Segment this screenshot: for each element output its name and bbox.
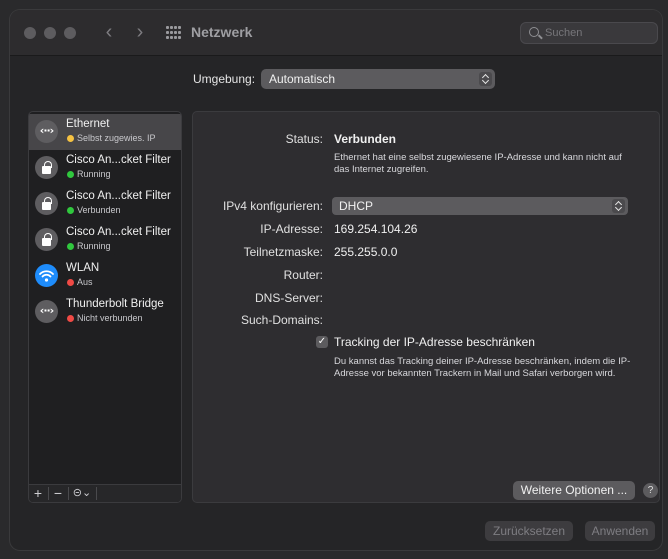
ip-address-value: 169.254.104.26 — [334, 222, 418, 236]
apply-button[interactable]: Anwenden — [585, 521, 655, 541]
status-dot-red — [67, 279, 74, 286]
service-status: Aus — [77, 277, 93, 287]
service-item-cisco-3[interactable]: Cisco An...cket Filter Running — [29, 222, 181, 258]
service-status: Verbunden — [77, 205, 121, 215]
location-select[interactable]: Automatisch — [261, 69, 495, 89]
minimize-window-button[interactable] — [44, 27, 56, 39]
help-button[interactable]: ? — [643, 483, 658, 498]
service-item-ethernet[interactable]: ‹··› Ethernet Selbst zugewies. IP — [29, 114, 181, 150]
status-dot-yellow — [67, 135, 74, 142]
wifi-icon — [35, 264, 58, 287]
service-name: Cisco An...cket Filter — [66, 190, 171, 202]
limit-ip-tracking-checkbox[interactable]: ✓ — [316, 336, 328, 348]
add-service-button[interactable]: + — [29, 485, 47, 502]
chevron-up-down-icon — [479, 72, 492, 86]
search-field[interactable] — [520, 22, 658, 44]
dns-server-label: DNS-Server: — [254, 291, 323, 305]
ipv4-config-label: IPv4 konfigurieren: — [222, 199, 323, 213]
ethernet-icon: ‹··› — [35, 300, 58, 323]
service-item-cisco-2[interactable]: Cisco An...cket Filter Verbunden — [29, 186, 181, 222]
service-status: Running — [77, 241, 111, 251]
service-status: Nicht verbunden — [77, 313, 143, 323]
remove-service-button[interactable]: − — [49, 485, 67, 502]
status-dot-green — [67, 243, 74, 250]
location-label: Umgebung: — [193, 72, 256, 86]
divider — [96, 487, 97, 500]
status-dot-green — [67, 207, 74, 214]
service-item-cisco-1[interactable]: Cisco An...cket Filter Running — [29, 150, 181, 186]
subnet-mask-value: 255.255.0.0 — [334, 245, 398, 259]
search-input[interactable] — [545, 25, 653, 41]
service-status: Selbst zugewies. IP — [77, 133, 156, 143]
service-name: Thunderbolt Bridge — [66, 298, 164, 310]
router-label: Router: — [283, 268, 323, 282]
search-icon — [529, 27, 539, 37]
service-name: Cisco An...cket Filter — [66, 154, 171, 166]
service-item-wlan[interactable]: WLAN Aus — [29, 258, 181, 294]
action-menu-button[interactable]: ⊝⌄ — [69, 485, 95, 502]
network-preferences-window: ‹ › Netzwerk Umgebung: Automatisch ‹··› … — [10, 10, 662, 550]
status-value: Verbunden — [334, 132, 397, 146]
service-detail-panel: Status: Verbunden Ethernet hat eine selb… — [192, 111, 660, 503]
subnet-mask-label: Teilnetzmaske: — [243, 245, 323, 259]
zoom-window-button[interactable] — [64, 27, 76, 39]
search-domains-label: Such-Domains: — [240, 313, 323, 327]
ethernet-icon: ‹··› — [35, 120, 58, 143]
chevron-up-down-icon — [612, 199, 625, 213]
status-description: Ethernet hat eine selbst zugewiesene IP-… — [334, 152, 622, 175]
ipv4-config-value: DHCP — [339, 199, 374, 213]
status-dot-red — [67, 315, 74, 322]
close-window-button[interactable] — [24, 27, 36, 39]
service-list: ‹··› Ethernet Selbst zugewies. IP Cisco … — [28, 111, 182, 503]
ipv4-config-select[interactable]: DHCP — [332, 197, 628, 215]
lock-icon — [35, 228, 58, 251]
advanced-options-button[interactable]: Weitere Optionen ... — [513, 481, 635, 500]
service-item-thunderbolt-bridge[interactable]: ‹··› Thunderbolt Bridge Nicht verbunden — [29, 294, 181, 330]
service-name: Cisco An...cket Filter — [66, 226, 171, 238]
limit-ip-tracking-description: Du kannst das Tracking deiner IP-Adresse… — [334, 356, 631, 379]
location-value: Automatisch — [269, 72, 336, 86]
revert-button[interactable]: Zurücksetzen — [485, 521, 573, 541]
lock-icon — [35, 192, 58, 215]
status-dot-green — [67, 171, 74, 178]
show-all-grid-icon[interactable] — [166, 26, 182, 40]
titlebar: ‹ › Netzwerk — [10, 10, 662, 56]
ip-address-label: IP-Adresse: — [260, 222, 323, 236]
status-label: Status: — [285, 132, 323, 146]
window-title: Netzwerk — [191, 24, 253, 40]
service-list-toolbar: + − ⊝⌄ — [29, 484, 181, 502]
forward-chevron-icon[interactable]: › — [130, 21, 150, 43]
service-name: WLAN — [66, 262, 100, 274]
service-status: Running — [77, 169, 111, 179]
lock-icon — [35, 156, 58, 179]
back-chevron-icon[interactable]: ‹ — [99, 21, 119, 43]
service-name: Ethernet — [66, 118, 110, 130]
limit-ip-tracking-label[interactable]: Tracking der IP-Adresse beschränken — [334, 335, 535, 349]
